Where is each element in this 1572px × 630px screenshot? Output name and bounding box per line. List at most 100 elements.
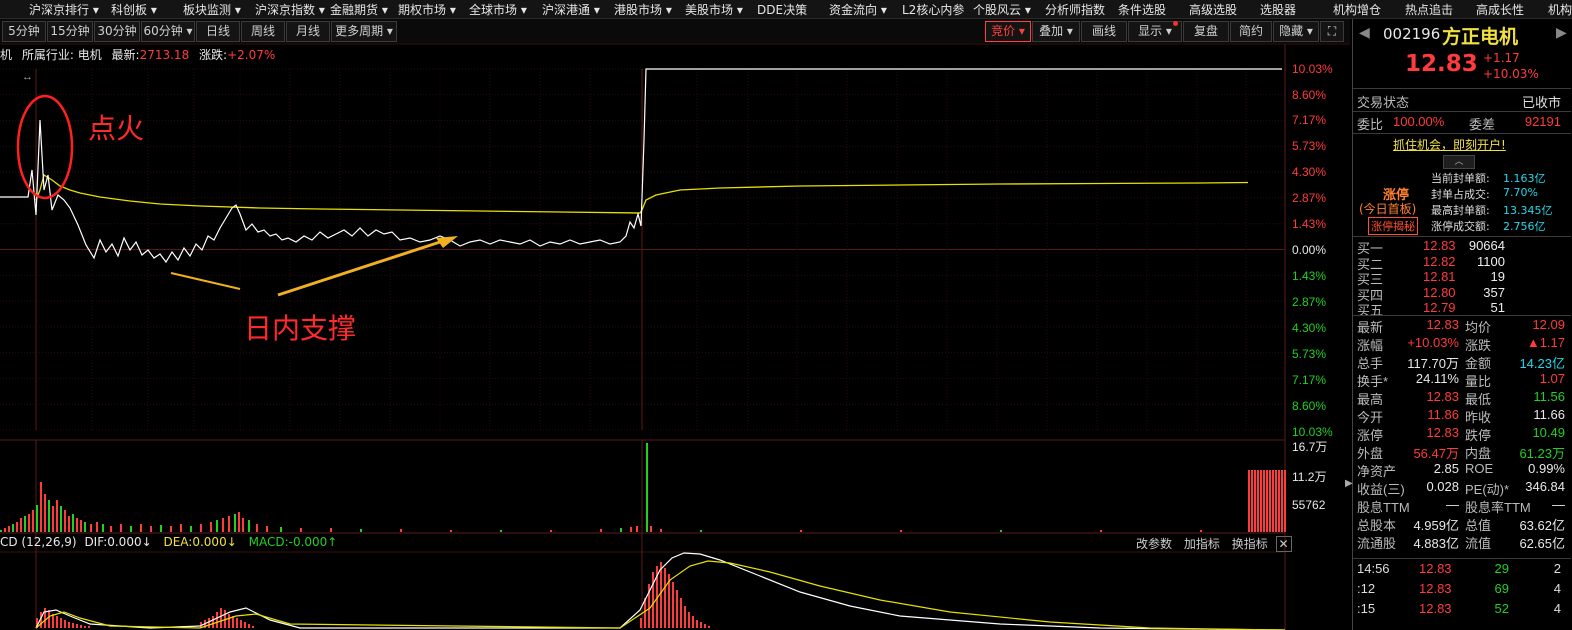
support-annotation: 日内支撑 [244, 312, 356, 345]
stat-label: 均价 [1465, 320, 1492, 335]
switch-indicator-button[interactable]: 换指标 [1232, 537, 1268, 551]
bid-price: 12.80 [1423, 284, 1456, 300]
macd-bar [240, 620, 242, 628]
price-line [0, 68, 1282, 264]
tick-price: 12.83 [1419, 601, 1452, 616]
tick-count: 4 [1553, 581, 1561, 596]
limit-stat-label: 封单占成交: [1431, 188, 1490, 201]
volume-bar [160, 525, 162, 532]
macd-label[interactable]: CD (12,26,9) [0, 535, 77, 549]
volume-bar [60, 506, 62, 532]
volume-bar [180, 524, 182, 532]
stat-value: — [1446, 497, 1459, 512]
volume-bar [1200, 530, 1202, 532]
axis-down-label: 7.17% [1292, 373, 1327, 387]
top-menu-item[interactable]: 机构 [1548, 1, 1572, 18]
volume-bar [56, 500, 58, 532]
volume-bar [228, 516, 230, 532]
add-indicator-button[interactable]: 加指标 [1184, 537, 1220, 551]
collapse-icon[interactable]: ︿ [1443, 155, 1475, 169]
macd-bar [220, 608, 222, 628]
stat-value: 56.47万 [1413, 446, 1459, 461]
stat-label: 换手* [1357, 374, 1389, 389]
stat-label: 总值 [1465, 518, 1492, 533]
macd-bar [64, 620, 66, 628]
close-icon[interactable]: ✕ [1275, 536, 1292, 552]
volume-bar [1257, 470, 1259, 532]
macd-bar [236, 618, 238, 628]
tick-price: 12.83 [1419, 581, 1452, 596]
macd-bar [72, 623, 74, 628]
volume-bar [150, 526, 152, 532]
stat-value: 4.959亿 [1413, 518, 1459, 533]
tick-row: :12 12.83 69 4 [1353, 581, 1571, 599]
macd-bar [696, 620, 698, 628]
macd-bar [60, 618, 62, 628]
axis-down-label: 10.03% [1292, 425, 1333, 439]
weibi-label: 委比 [1357, 117, 1384, 132]
status-label: 交易状态 [1357, 95, 1410, 110]
quote-panel: ◀ 002196 方正电机 ▶ 12.83 +1.17 +10.03% 交易状态… [1352, 19, 1572, 630]
volume-bar [28, 514, 30, 532]
stat-value: 63.62亿 [1519, 518, 1565, 533]
resize-handle-icon[interactable]: ↔ [22, 71, 33, 83]
panel-right-arrow-icon[interactable]: ▶ [1556, 25, 1567, 41]
volume-bar [266, 526, 268, 532]
volume-bar [1278, 470, 1280, 532]
status-value: 已收市 [1521, 95, 1561, 110]
volume-bar [1269, 470, 1271, 532]
macd-bar [76, 624, 78, 628]
quote-stat-row: 收益(三) 0.028 PE(动)* 346.84 [1353, 479, 1571, 497]
quote-stat-row: 今开 11.86 昨收 11.66 [1353, 407, 1571, 425]
macd-bar [660, 562, 662, 628]
quote-stat-row: 最高 12.83 最低 11.56 [1353, 389, 1571, 407]
macd-bar [228, 614, 230, 628]
panel-left-arrow-icon[interactable]: ◀ [1359, 25, 1370, 41]
limit-stat-value: 2.756亿 [1503, 220, 1546, 233]
macd-bar [208, 618, 210, 628]
stat-label: 总手 [1357, 356, 1384, 371]
top-menu-item[interactable]: 热点追击 [1405, 1, 1453, 18]
macd-value: MACD:-0.000 [248, 535, 328, 549]
volume-bar [700, 530, 702, 532]
stat-value: 24.11% [1415, 371, 1459, 386]
stat-value: 346.84 [1525, 479, 1565, 494]
limit-reveal-button[interactable]: 涨停揭秘 [1368, 217, 1418, 235]
volume-bar [36, 505, 38, 532]
up-arrow-icon: ↑ [327, 535, 338, 549]
volume-bar [222, 518, 224, 532]
top-menu-item[interactable]: 高成长性 [1476, 1, 1524, 18]
volume-bar [4, 528, 6, 532]
panel-toggle-icon[interactable]: ▶ [1345, 478, 1353, 489]
ignite-circle [16, 94, 74, 200]
volume-bar [130, 526, 132, 532]
quote-stat-row: 流通股 4.883亿 流值 62.65亿 [1353, 533, 1571, 551]
stat-label: 收益(三) [1357, 482, 1405, 497]
stock-code: 002196 [1383, 25, 1441, 43]
weicha-value: 92191 [1524, 114, 1561, 129]
macd-bar [248, 624, 250, 628]
macd-bar [252, 626, 254, 628]
volume-bar [210, 522, 212, 532]
quote-stat-row: 涨幅 +10.03% 涨跌 ▲1.17 [1353, 335, 1571, 353]
macd-bar [84, 626, 86, 628]
macd-bar [700, 622, 702, 628]
tick-row: :15 12.83 52 4 [1353, 601, 1571, 619]
volume-bar [1100, 530, 1102, 532]
volume-bar [1254, 470, 1256, 532]
volume-bar [550, 530, 552, 532]
stat-value: 10.49 [1532, 425, 1565, 440]
volume-bar [800, 530, 802, 532]
volume-bar [500, 530, 502, 532]
weibi-value: 100.00% [1393, 114, 1445, 129]
volume-bar [900, 530, 902, 532]
stat-value: 14.23亿 [1519, 356, 1565, 371]
stat-label: 外盘 [1357, 446, 1384, 461]
dea-value: DEA:0.000 [163, 535, 227, 549]
volume-bar [300, 528, 302, 532]
promo-link[interactable]: 抓住机会，即刻开户! [1393, 136, 1506, 153]
change-params-button[interactable]: 改参数 [1136, 537, 1172, 551]
bid-price: 12.81 [1423, 269, 1456, 284]
down-arrow-icon: ↓ [226, 535, 237, 549]
stat-label: 金额 [1465, 356, 1492, 371]
